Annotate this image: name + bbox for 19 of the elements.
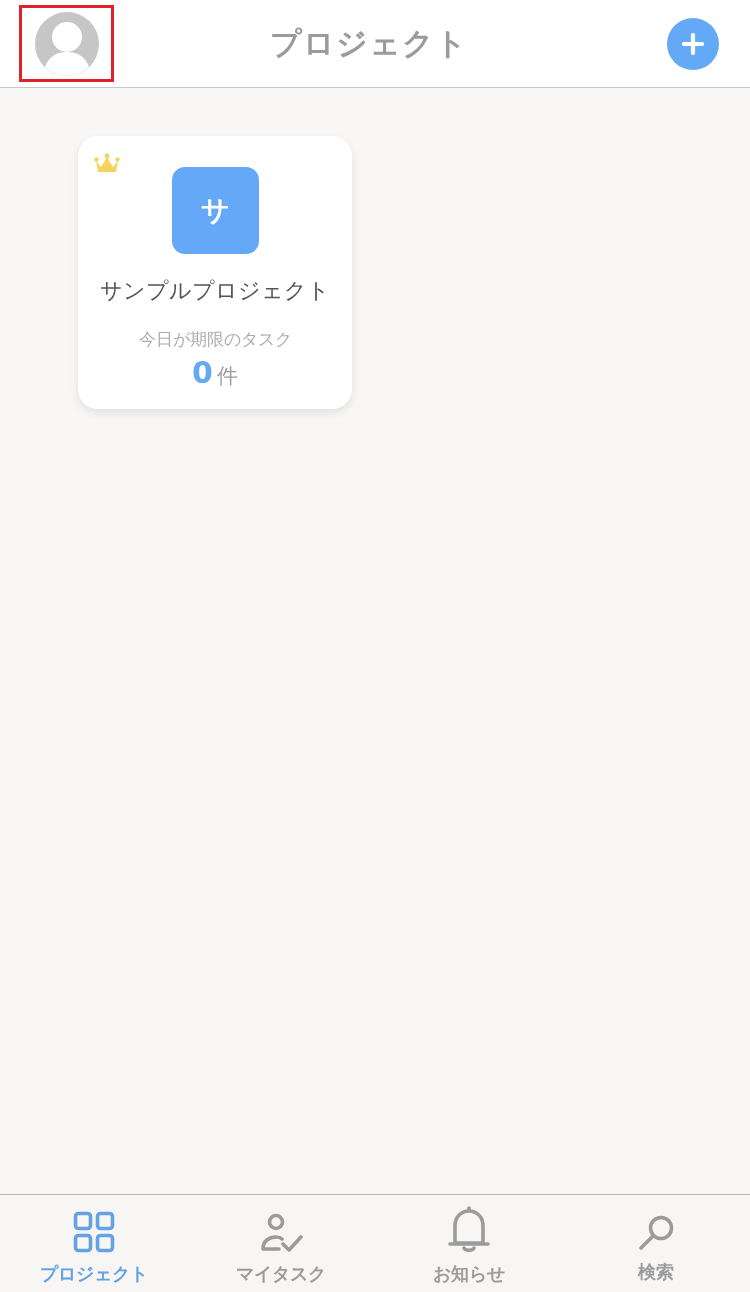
tab[interactable]: マイタスク [187,1195,375,1292]
tab[interactable]: 検索 [562,1195,750,1292]
tab[interactable]: お知らせ [375,1195,563,1292]
due-unit: 件 [216,363,238,390]
bell-icon [446,1205,491,1253]
tab[interactable]: プロジェクト [0,1195,188,1292]
search-icon [637,1214,675,1251]
person-check-icon [259,1213,304,1253]
project-initial: サ [171,167,259,254]
person-silhouette-icon [34,11,99,76]
page-title: プロジェクト [270,23,468,63]
plus-icon [682,32,704,55]
avatar-button[interactable] [34,11,99,76]
due-count: 0 [192,355,213,391]
project-card[interactable]: サ サンプルプロジェクト 今日が期限のタスク 0 件 [78,136,352,409]
due-label: 今日が期限のタスク [138,328,292,351]
project-name: サンプルプロジェクト [100,277,330,305]
grid-icon [72,1211,115,1253]
add-button[interactable] [667,17,719,70]
